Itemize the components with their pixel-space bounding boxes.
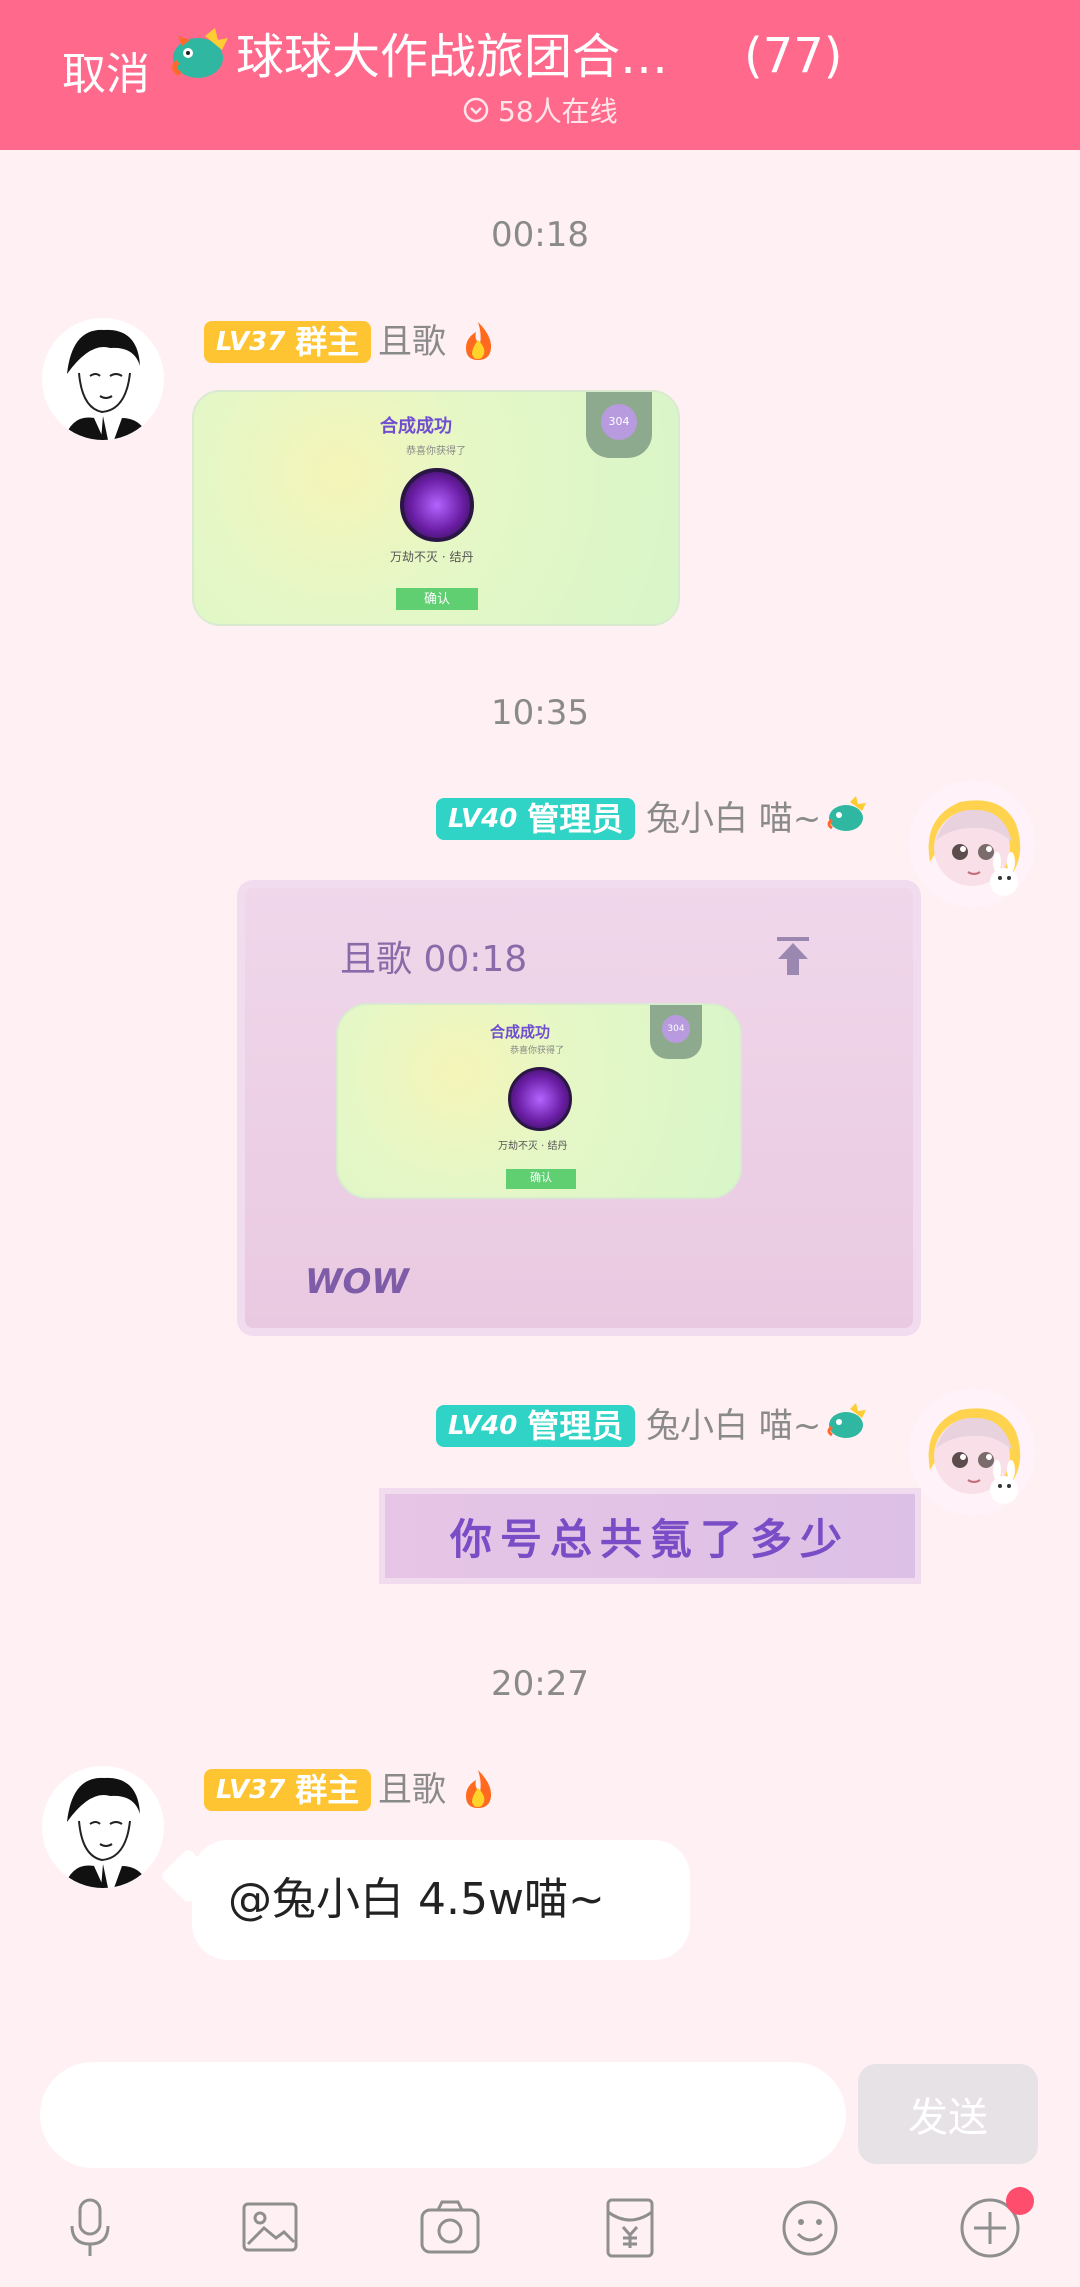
card-title: 合成成功	[490, 1023, 551, 1041]
dragon-icon	[170, 28, 232, 86]
owner-badge: LV37 群主	[204, 1769, 372, 1811]
role-label: 管理员	[527, 1407, 624, 1445]
reward-orb	[508, 1067, 572, 1131]
member-count: (77)	[744, 28, 843, 84]
online-indicator: 58人在线	[462, 90, 618, 130]
confirm-button[interactable]: 确认	[506, 1169, 576, 1189]
chat-title-row: 球球大作战旅团合…	[170, 28, 668, 86]
owner-badge: LV37 群主	[204, 321, 372, 363]
level-label: LV37	[216, 1775, 286, 1805]
reward-badge: 304	[650, 1005, 702, 1059]
reward-orb	[400, 468, 474, 542]
card-subtitle: 恭喜你获得了	[406, 446, 466, 457]
jump-to-original-icon[interactable]	[772, 935, 814, 977]
message-text: 你号总共氪了多少	[449, 1514, 850, 1564]
card-caption: 万劫不灭 · 结丹	[390, 550, 474, 564]
level-label: LV40	[448, 1411, 518, 1441]
notification-dot	[1006, 2187, 1034, 2215]
quote-caption: WOW	[305, 1262, 409, 1302]
dragon-icon	[826, 796, 868, 838]
online-count: 58人在线	[498, 95, 618, 128]
cancel-button[interactable]: 取消	[62, 48, 150, 102]
card-caption: 万劫不灭 · 结丹	[498, 1141, 568, 1152]
red-envelope-icon[interactable]	[598, 2196, 662, 2260]
role-label: 管理员	[527, 800, 624, 838]
message-bubble[interactable]: @兔小白 4.5w喵~	[192, 1840, 690, 1960]
level-label: LV37	[216, 327, 286, 357]
timestamp: 00:18	[491, 215, 589, 255]
sender-name: 兔小白 喵~	[646, 1406, 822, 1446]
avatar[interactable]	[42, 1766, 164, 1888]
emoji-icon[interactable]	[778, 2196, 842, 2260]
quoted-game-screenshot[interactable]: 304 合成成功 恭喜你获得了 万劫不灭 · 结丹 确认	[336, 1003, 742, 1199]
avatar[interactable]	[42, 318, 164, 440]
reward-badge: 304	[586, 392, 652, 458]
message-text: @兔小白 4.5w喵~	[228, 1874, 605, 1925]
card-subtitle: 恭喜你获得了	[510, 1046, 565, 1056]
confirm-button[interactable]: 确认	[396, 588, 478, 610]
admin-badge: LV40 管理员	[436, 1405, 636, 1447]
camera-icon[interactable]	[418, 2196, 482, 2260]
timestamp: 20:27	[491, 1664, 589, 1704]
message-bubble[interactable]: 你号总共氪了多少	[385, 1494, 915, 1578]
online-icon	[462, 96, 490, 124]
game-screenshot-card[interactable]: 304 合成成功 恭喜你获得了 万劫不灭 · 结丹 确认	[192, 390, 680, 626]
message-input[interactable]	[40, 2062, 846, 2168]
image-icon[interactable]	[238, 2196, 302, 2260]
avatar[interactable]	[908, 1388, 1036, 1516]
microphone-icon[interactable]	[58, 2196, 122, 2260]
timestamp: 10:35	[491, 693, 589, 733]
admin-badge: LV40 管理员	[436, 798, 636, 840]
chat-title: 球球大作战旅团合…	[236, 29, 669, 85]
sender-name: 且歌	[378, 322, 446, 362]
chat-header: 取消 球球大作战旅团合… (77) 58人在线	[0, 0, 1080, 150]
role-label: 群主	[295, 1771, 360, 1809]
quote-header: 且歌 00:18	[340, 939, 528, 980]
reward-value: 304	[601, 404, 637, 440]
fire-icon	[458, 320, 500, 362]
sender-name: 且歌	[378, 1770, 446, 1810]
dragon-icon	[826, 1403, 868, 1445]
send-button[interactable]: 发送	[858, 2064, 1038, 2164]
reward-value: 304	[662, 1015, 690, 1043]
card-title: 合成成功	[380, 416, 452, 437]
sender-name: 兔小白 喵~	[646, 799, 822, 839]
fire-icon	[458, 1768, 500, 1810]
role-label: 群主	[295, 323, 360, 361]
level-label: LV40	[448, 804, 518, 834]
avatar[interactable]	[908, 780, 1036, 908]
